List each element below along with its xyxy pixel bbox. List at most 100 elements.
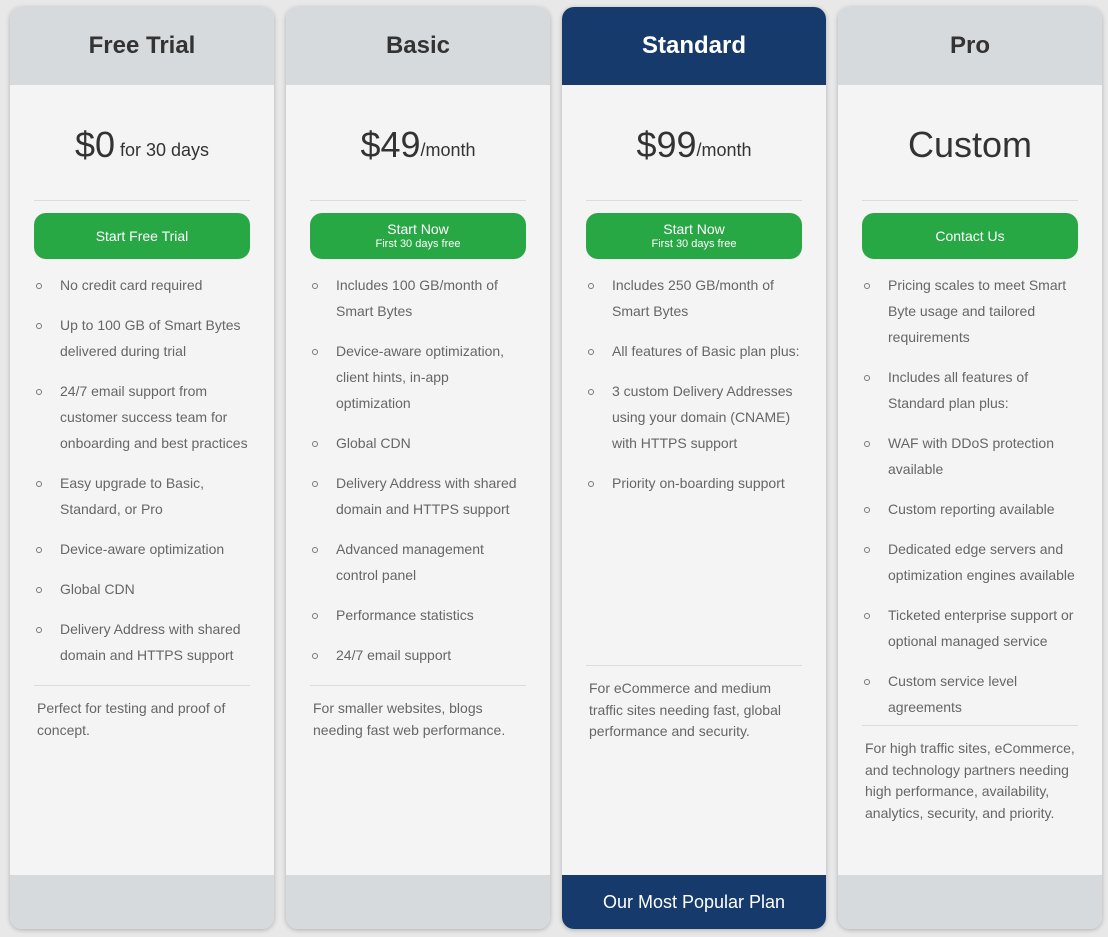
feature-item: Includes all features of Standard plan p… <box>864 364 1078 416</box>
feature-item: Custom service level agreements <box>864 668 1078 720</box>
divider <box>34 200 250 201</box>
plan-footer <box>838 875 1102 929</box>
cta-sublabel: First 30 days free <box>375 238 461 250</box>
divider <box>862 200 1078 201</box>
feature-item: All features of Basic plan plus: <box>588 338 802 364</box>
plan-description-block: For smaller websites, blogs needing fast… <box>310 685 526 741</box>
plan-body: Custom Contact Us Pricing scales to meet… <box>838 85 1102 875</box>
price-unit: for 30 days <box>119 139 210 160</box>
circle-bullet-icon <box>588 481 594 487</box>
start-free-trial-button[interactable]: Start Free Trial <box>34 213 250 259</box>
plan-title: Free Trial <box>10 7 274 85</box>
plan-footer <box>10 875 274 929</box>
most-popular-banner: Our Most Popular Plan <box>562 875 826 929</box>
plan-card-standard: Standard $99 /month Start Now First 30 d… <box>562 7 826 929</box>
plan-body: $49 /month Start Now First 30 days free … <box>286 85 550 875</box>
feature-list: Pricing scales to meet Smart Byte usage … <box>862 272 1078 720</box>
plan-description: For eCommerce and medium traffic sites n… <box>589 680 781 739</box>
feature-item: Delivery Address with shared domain and … <box>312 470 526 522</box>
circle-bullet-icon <box>36 627 42 633</box>
circle-bullet-icon <box>312 613 318 619</box>
cta-sublabel: First 30 days free <box>651 238 737 250</box>
circle-bullet-icon <box>312 653 318 659</box>
start-now-button[interactable]: Start Now First 30 days free <box>310 213 526 259</box>
feature-item: Dedicated edge servers and optimization … <box>864 536 1078 588</box>
price-unit: /month <box>420 139 476 160</box>
feature-list: No credit card required Up to 100 GB of … <box>34 272 250 668</box>
circle-bullet-icon <box>588 389 594 395</box>
cta-label: Start Free Trial <box>95 228 189 244</box>
plan-description-block: For eCommerce and medium traffic sites n… <box>586 665 802 743</box>
plan-price: $0 for 30 days <box>34 85 250 200</box>
feature-item: 3 custom Delivery Addresses using your d… <box>588 378 802 456</box>
feature-item: Up to 100 GB of Smart Bytes delivered du… <box>36 312 250 364</box>
plan-description-block: Perfect for testing and proof of concept… <box>34 685 250 741</box>
plan-price: $99 /month <box>586 85 802 200</box>
divider <box>310 200 526 201</box>
circle-bullet-icon <box>864 441 870 447</box>
feature-item: 24/7 email support from customer success… <box>36 378 250 456</box>
cta-label: Contact Us <box>935 228 1005 244</box>
feature-item: Performance statistics <box>312 602 526 628</box>
feature-item: Easy upgrade to Basic, Standard, or Pro <box>36 470 250 522</box>
feature-item: Device-aware optimization, client hints,… <box>312 338 526 416</box>
feature-item: Device-aware optimization <box>36 536 250 562</box>
feature-item: Includes 250 GB/month of Smart Bytes <box>588 272 802 324</box>
circle-bullet-icon <box>36 323 42 329</box>
price-amount: Custom <box>907 124 1033 165</box>
feature-item: No credit card required <box>36 272 250 298</box>
feature-item: 24/7 email support <box>312 642 526 668</box>
plan-body: $99 /month Start Now First 30 days free … <box>562 85 826 875</box>
plan-price: $49 /month <box>310 85 526 200</box>
circle-bullet-icon <box>36 547 42 553</box>
circle-bullet-icon <box>864 375 870 381</box>
circle-bullet-icon <box>864 547 870 553</box>
price-amount: $49 <box>360 124 421 165</box>
feature-list: Includes 250 GB/month of Smart Bytes All… <box>586 272 802 496</box>
plan-card-basic: Basic $49 /month Start Now First 30 days… <box>286 7 550 929</box>
divider <box>586 200 802 201</box>
feature-item: Pricing scales to meet Smart Byte usage … <box>864 272 1078 350</box>
feature-item: Priority on-boarding support <box>588 470 802 496</box>
circle-bullet-icon <box>588 283 594 289</box>
price-amount: $0 <box>74 124 115 165</box>
plan-body: $0 for 30 days Start Free Trial No credi… <box>10 85 274 875</box>
circle-bullet-icon <box>864 613 870 619</box>
circle-bullet-icon <box>864 283 870 289</box>
price-amount: $99 <box>636 124 697 165</box>
contact-us-button[interactable]: Contact Us <box>862 213 1078 259</box>
feature-list: Includes 100 GB/month of Smart Bytes Dev… <box>310 272 526 668</box>
plan-description: For smaller websites, blogs needing fast… <box>313 700 506 738</box>
cta-label: Start Now <box>663 221 725 237</box>
plan-description: For high traffic sites, eCommerce, and t… <box>865 740 1075 821</box>
feature-item: Global CDN <box>312 430 526 456</box>
circle-bullet-icon <box>312 547 318 553</box>
circle-bullet-icon <box>312 349 318 355</box>
plan-card-free-trial: Free Trial $0 for 30 days Start Free Tri… <box>10 7 274 929</box>
circle-bullet-icon <box>312 481 318 487</box>
circle-bullet-icon <box>36 587 42 593</box>
feature-item: Delivery Address with shared domain and … <box>36 616 250 668</box>
pricing-grid: Free Trial $0 for 30 days Start Free Tri… <box>10 7 1102 929</box>
plan-title: Standard <box>562 7 826 85</box>
plan-card-pro: Pro Custom Contact Us Pricing scales to … <box>838 7 1102 929</box>
start-now-button[interactable]: Start Now First 30 days free <box>586 213 802 259</box>
circle-bullet-icon <box>588 349 594 355</box>
plan-description-block: For high traffic sites, eCommerce, and t… <box>862 725 1078 824</box>
plan-description: Perfect for testing and proof of concept… <box>37 700 226 738</box>
circle-bullet-icon <box>312 441 318 447</box>
plan-footer <box>286 875 550 929</box>
feature-item: Advanced management control panel <box>312 536 526 588</box>
plan-title: Pro <box>838 7 1102 85</box>
feature-item: WAF with DDoS protection available <box>864 430 1078 482</box>
plan-price: Custom <box>862 85 1078 200</box>
circle-bullet-icon <box>36 283 42 289</box>
feature-item: Includes 100 GB/month of Smart Bytes <box>312 272 526 324</box>
plan-title: Basic <box>286 7 550 85</box>
cta-label: Start Now <box>387 221 449 237</box>
circle-bullet-icon <box>864 679 870 685</box>
circle-bullet-icon <box>36 389 42 395</box>
price-unit: /month <box>696 139 752 160</box>
feature-item: Global CDN <box>36 576 250 602</box>
circle-bullet-icon <box>864 507 870 513</box>
